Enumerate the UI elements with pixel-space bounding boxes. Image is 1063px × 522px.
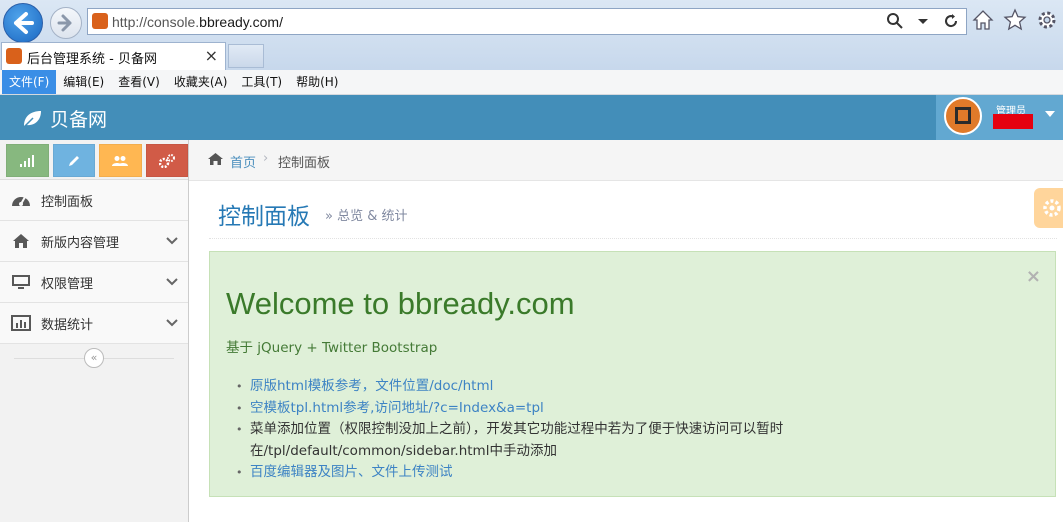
brand-name: 贝备网 bbox=[50, 109, 108, 131]
gear-icon bbox=[1043, 199, 1061, 217]
shortcut-users-button[interactable] bbox=[99, 144, 142, 177]
settings-toggle-button[interactable] bbox=[1034, 188, 1063, 228]
chevron-down-icon bbox=[166, 316, 178, 332]
dashboard-icon bbox=[11, 191, 31, 209]
avatar bbox=[944, 97, 982, 135]
search-icon[interactable] bbox=[886, 12, 904, 30]
menu-view[interactable]: 查看(V) bbox=[111, 70, 167, 94]
gear-icon[interactable] bbox=[1035, 8, 1059, 32]
sidebar-item-label: 数据统计 bbox=[41, 317, 94, 333]
bar-chart-icon bbox=[11, 314, 31, 332]
user-name-redacted bbox=[993, 114, 1033, 129]
dropdown-icon[interactable] bbox=[914, 12, 932, 30]
address-bar[interactable]: http://console.bbready.com/ bbox=[87, 8, 967, 35]
menu-file[interactable]: 文件(F) bbox=[2, 70, 57, 94]
page-header: 控制面板 » 总览 & 统计 bbox=[209, 181, 1057, 239]
tab-favicon-icon bbox=[6, 48, 22, 64]
user-menu[interactable]: 管理员 bbox=[936, 95, 1063, 140]
pencil-icon bbox=[68, 155, 79, 166]
welcome-alert: × Welcome to bbready.com 基于 jQuery + Twi… bbox=[209, 251, 1056, 497]
list-item[interactable]: 百度编辑器及图片、文件上传测试 bbox=[232, 462, 783, 484]
sidebar-item-statistics[interactable]: 数据统计 bbox=[0, 303, 188, 344]
sidebar-item-label: 新版内容管理 bbox=[41, 235, 120, 251]
chevron-down-icon bbox=[166, 275, 178, 291]
list-item-continued: 在/tpl/default/common/sidebar.html中手动添加 bbox=[250, 442, 557, 459]
shortcut-settings-button[interactable] bbox=[145, 144, 188, 177]
refresh-icon[interactable] bbox=[942, 12, 960, 30]
page-subtitle: » 总览 & 统计 bbox=[325, 209, 408, 224]
menu-help[interactable]: 帮助(H) bbox=[289, 70, 345, 94]
page-title: 控制面板 bbox=[218, 204, 310, 230]
menu-favorites[interactable]: 收藏夹(A) bbox=[167, 70, 235, 94]
forward-button[interactable] bbox=[50, 7, 82, 39]
app-navbar: 贝备网 管理员 bbox=[0, 95, 1063, 140]
browser-tab-active[interactable]: 后台管理系统 - 贝备网 × bbox=[1, 42, 226, 70]
breadcrumb: 首页 › 控制面板 bbox=[189, 140, 1063, 181]
sidebar-collapse: « bbox=[0, 344, 188, 372]
welcome-subheading: 基于 jQuery + Twitter Bootstrap bbox=[226, 340, 438, 356]
cogs-icon bbox=[158, 153, 175, 168]
site-favicon-icon bbox=[92, 13, 108, 29]
tab-title: 后台管理系统 - 贝备网 bbox=[27, 52, 157, 67]
sidebar: 控制面板 新版内容管理 权限管理 数据统计 « bbox=[0, 140, 189, 522]
leaf-icon bbox=[23, 110, 41, 128]
breadcrumb-separator: › bbox=[263, 151, 269, 166]
sidebar-shortcuts bbox=[0, 140, 188, 180]
back-button[interactable] bbox=[3, 3, 43, 43]
breadcrumb-current: 控制面板 bbox=[278, 156, 331, 171]
list-item[interactable]: 原版html模板参考，文件位置/doc/html bbox=[232, 376, 783, 398]
new-tab-button[interactable] bbox=[228, 44, 264, 68]
browser-menubar: 文件(F) 编辑(E) 查看(V) 收藏夹(A) 工具(T) 帮助(H) bbox=[0, 70, 1063, 95]
brand[interactable]: 贝备网 bbox=[22, 105, 107, 132]
tab-close-icon[interactable]: × bbox=[205, 46, 218, 65]
sidebar-item-permissions[interactable]: 权限管理 bbox=[0, 262, 188, 303]
home-icon bbox=[11, 232, 31, 250]
close-icon[interactable]: × bbox=[1026, 266, 1041, 287]
sidebar-item-dashboard[interactable]: 控制面板 bbox=[0, 180, 188, 221]
list-item[interactable]: 空模板tpl.html参考,访问地址/?c=Index&a=tpl bbox=[232, 398, 783, 420]
sidebar-item-label: 权限管理 bbox=[41, 276, 94, 292]
welcome-heading: Welcome to bbready.com bbox=[226, 286, 575, 321]
users-icon bbox=[112, 155, 129, 166]
home-icon[interactable] bbox=[971, 8, 995, 32]
forward-arrow-icon bbox=[57, 14, 72, 32]
browser-chrome: http://console.bbready.com/ 后台管理系统 - 贝备网… bbox=[0, 0, 1063, 70]
favorites-star-icon[interactable] bbox=[1003, 8, 1027, 32]
notes-list: 原版html模板参考，文件位置/doc/html 空模板tpl.html参考,访… bbox=[232, 376, 783, 484]
sidebar-item-content[interactable]: 新版内容管理 bbox=[0, 221, 188, 262]
shortcut-edit-button[interactable] bbox=[52, 144, 95, 177]
chevron-down-icon bbox=[166, 234, 178, 250]
menu-tools[interactable]: 工具(T) bbox=[234, 70, 289, 94]
breadcrumb-home-link[interactable]: 首页 bbox=[230, 152, 256, 171]
list-item: 菜单添加位置（权限控制没加上之前），开发其它功能过程中若为了便于快速访问可以暂时 bbox=[232, 419, 783, 441]
desktop-icon bbox=[11, 273, 31, 291]
sidebar-item-label: 控制面板 bbox=[41, 194, 94, 210]
sidebar-collapse-button[interactable]: « bbox=[84, 348, 104, 368]
menu-edit[interactable]: 编辑(E) bbox=[56, 70, 111, 94]
signal-icon bbox=[20, 154, 35, 167]
shortcut-stats-button[interactable] bbox=[6, 144, 49, 177]
address-url[interactable]: http://console.bbready.com/ bbox=[112, 14, 283, 30]
home-icon[interactable] bbox=[207, 152, 224, 170]
back-arrow-icon bbox=[14, 12, 34, 34]
caret-down-icon bbox=[1045, 111, 1055, 117]
